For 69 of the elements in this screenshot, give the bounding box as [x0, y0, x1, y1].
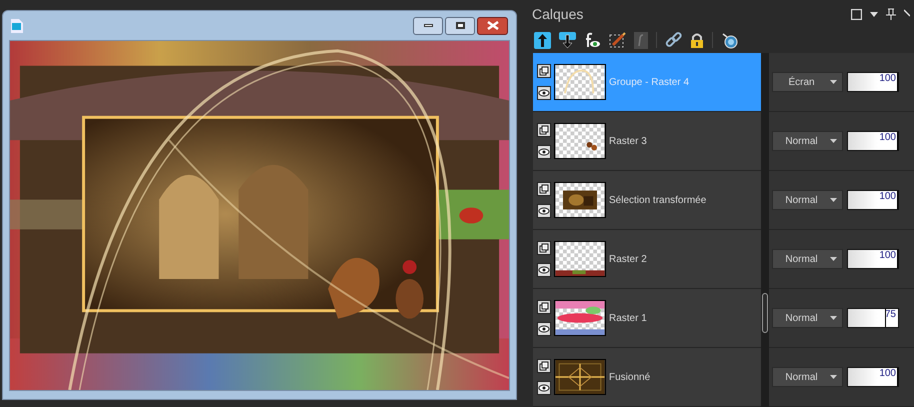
layer-link-icon [537, 300, 551, 314]
opacity-slider[interactable]: 100 [847, 72, 899, 92]
visibility-eye-icon[interactable] [537, 263, 551, 277]
link-icon[interactable] [665, 32, 682, 48]
dropdown-caret-icon[interactable] [870, 12, 878, 16]
caret-icon [830, 316, 837, 320]
opacity-value: 100 [879, 250, 896, 262]
effects-eye-icon[interactable] [584, 32, 601, 48]
opacity-slider[interactable]: 100 [847, 131, 899, 151]
layer-name: Raster 1 [609, 312, 647, 326]
blend-mode-dropdown[interactable]: Normal [772, 308, 843, 328]
visibility-eye-icon[interactable] [537, 145, 551, 159]
layer-row[interactable]: Raster 2 [533, 230, 761, 288]
layer-link-icon [537, 359, 551, 373]
opacity-value: 75 [884, 309, 896, 321]
panel-title: Calques [532, 4, 584, 24]
mask-sphere-icon[interactable] [721, 32, 738, 48]
visibility-eye-icon[interactable] [537, 204, 551, 218]
lock-icon[interactable] [690, 32, 704, 48]
layer-name: Raster 2 [609, 252, 647, 266]
maximize-icon [456, 22, 464, 29]
blend-mode-dropdown[interactable]: Normal [772, 131, 843, 151]
layer-link-icon [537, 64, 551, 78]
layer-row[interactable]: Fusionné [533, 348, 761, 406]
layer-name: Sélection transformée [609, 194, 706, 208]
layer-name: Groupe - Raster 4 [609, 76, 690, 90]
layer-link-icon [537, 123, 551, 137]
brush-icon[interactable] [609, 32, 626, 48]
close-icon[interactable] [904, 9, 910, 19]
pin-icon[interactable] [886, 8, 896, 20]
caret-icon [830, 375, 837, 379]
opacity-slider[interactable]: 100 [847, 190, 899, 210]
visibility-eye-icon[interactable] [537, 381, 551, 395]
close-button[interactable] [477, 16, 508, 34]
maximize-button[interactable] [445, 16, 475, 34]
opacity-slider[interactable]: 100 [847, 367, 899, 387]
document-icon [11, 18, 23, 32]
minimize-button[interactable] [413, 16, 443, 34]
layer-name: Raster 3 [609, 134, 647, 148]
minimize-icon [424, 24, 432, 27]
layer-row[interactable]: Raster 3 [533, 112, 761, 170]
layer-name: Fusionné [609, 370, 650, 384]
close-icon [486, 21, 498, 30]
caret-icon [830, 257, 837, 261]
blend-mode-dropdown[interactable]: Écran [772, 72, 843, 92]
script-icon[interactable] [634, 32, 648, 48]
opacity-value: 100 [879, 191, 896, 203]
arrow-down-icon[interactable] [559, 32, 576, 48]
caret-icon [830, 80, 837, 84]
opacity-value: 100 [879, 132, 896, 144]
caret-icon [830, 139, 837, 143]
splitter-handle[interactable] [762, 293, 768, 333]
opacity-slider[interactable]: 75 [847, 308, 899, 328]
opacity-value: 100 [879, 73, 896, 85]
opacity-slider[interactable]: 100 [847, 249, 899, 269]
layer-row[interactable]: Raster 1 [533, 289, 761, 347]
blend-mode-dropdown[interactable]: Normal [772, 190, 843, 210]
blend-mode-dropdown[interactable]: Normal [772, 249, 843, 269]
opacity-value: 100 [879, 368, 896, 380]
arrow-up-icon[interactable] [534, 32, 551, 48]
layer-row[interactable]: Sélection transformée [533, 171, 761, 229]
splitter-bar[interactable] [761, 53, 769, 407]
window-icon[interactable] [851, 8, 862, 20]
visibility-eye-icon[interactable] [537, 322, 551, 336]
caret-icon [830, 198, 837, 202]
blend-mode-dropdown[interactable]: Normal [772, 367, 843, 387]
layer-link-icon [537, 241, 551, 255]
layer-link-icon [537, 182, 551, 196]
visibility-eye-icon[interactable] [537, 86, 551, 100]
